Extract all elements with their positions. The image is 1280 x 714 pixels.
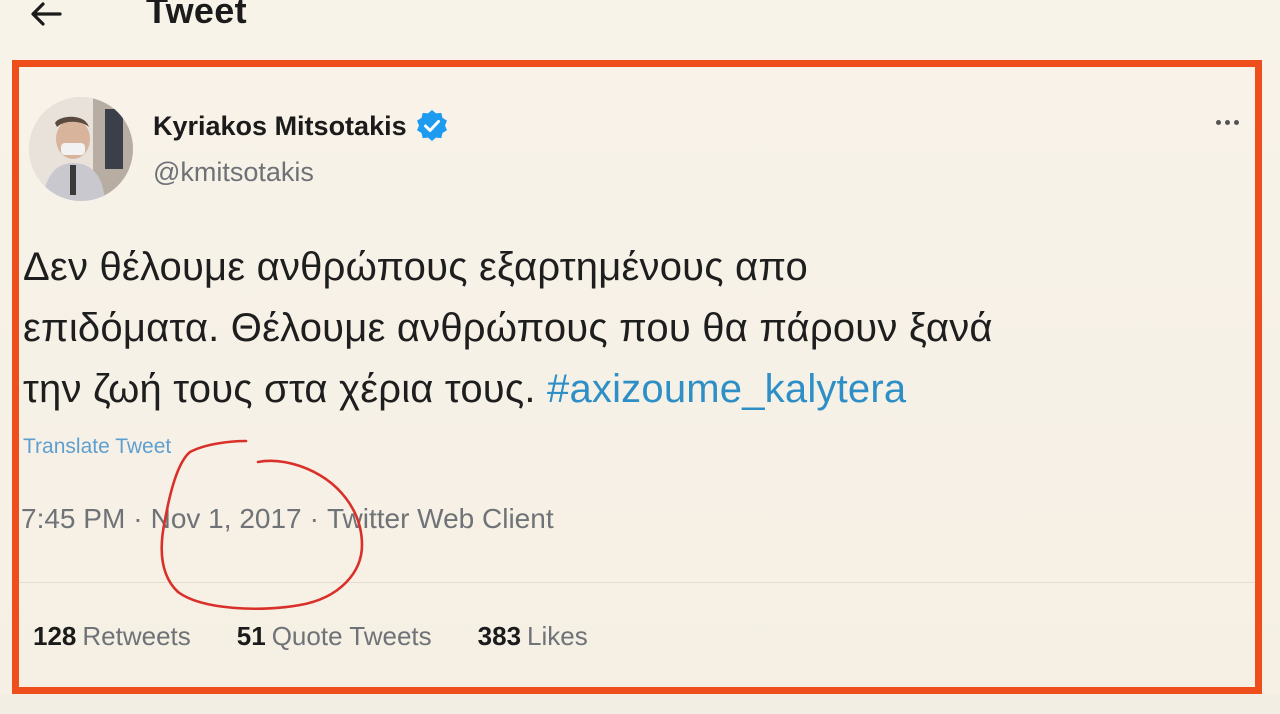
arrow-left-icon [31, 2, 62, 26]
meta-separator: · [133, 503, 143, 534]
quote-tweets-stat[interactable]: 51 Quote Tweets [237, 621, 432, 652]
author-handle[interactable]: @kmitsotakis [153, 157, 314, 188]
more-dot-icon [1224, 119, 1230, 125]
highlight-frame: Kyriakos Mitsotakis @kmitsotakis Δεν θέλ… [12, 60, 1262, 694]
avatar[interactable] [29, 97, 133, 201]
tweet-text-line: Δεν θέλουμε ανθρώπους εξαρτημένους απο [23, 245, 809, 289]
meta-separator: · [309, 503, 319, 534]
retweets-stat[interactable]: 128 Retweets [33, 621, 191, 652]
avatar-image [29, 97, 133, 201]
author-name-row[interactable]: Kyriakos Mitsotakis [153, 109, 449, 143]
page-title: Tweet [146, 0, 247, 31]
back-button[interactable] [22, 0, 70, 36]
more-options-button[interactable] [1207, 107, 1247, 137]
more-dot-icon [1233, 119, 1239, 125]
tweet-card: Kyriakos Mitsotakis @kmitsotakis Δεν θέλ… [19, 67, 1255, 687]
tweet-text-line: την ζωή τους στα χέρια τους. [23, 367, 536, 411]
tweet-stats: 128 Retweets 51 Quote Tweets 383 Likes [33, 621, 588, 652]
bottom-strip [0, 694, 1280, 714]
tweet-meta: 7:45 PM · Nov 1, 2017 · Twitter Web Clie… [21, 503, 554, 535]
more-dot-icon [1215, 119, 1221, 125]
author-name: Kyriakos Mitsotakis [153, 110, 407, 141]
header: Tweet [0, 0, 1280, 48]
likes-label: Likes [527, 621, 588, 651]
hashtag-link[interactable]: #axizoume_kalytera [547, 367, 906, 411]
tweet-time[interactable]: 7:45 PM [21, 503, 125, 535]
tweet-date[interactable]: Nov 1, 2017 [151, 503, 302, 535]
tweet-text: Δεν θέλουμε ανθρώπους εξαρτημένους απο ε… [23, 237, 1253, 420]
divider [19, 582, 1255, 583]
quote-tweets-label: Quote Tweets [271, 621, 432, 651]
translate-tweet-link[interactable]: Translate Tweet [23, 435, 171, 459]
verified-badge-icon [415, 109, 449, 143]
tweet-text-line: επιδόματα. Θέλουμε ανθρώπους που θα πάρο… [23, 306, 993, 350]
likes-count: 383 [477, 621, 522, 651]
retweets-label: Retweets [82, 621, 191, 651]
retweets-count: 128 [33, 621, 77, 651]
likes-stat[interactable]: 383 Likes [478, 621, 588, 652]
quote-tweets-count: 51 [236, 621, 266, 651]
tweet-client[interactable]: Twitter Web Client [327, 503, 554, 535]
tweet-text-line-last: την ζωή τους στα χέρια τους. #axizoume_k… [23, 359, 1253, 420]
